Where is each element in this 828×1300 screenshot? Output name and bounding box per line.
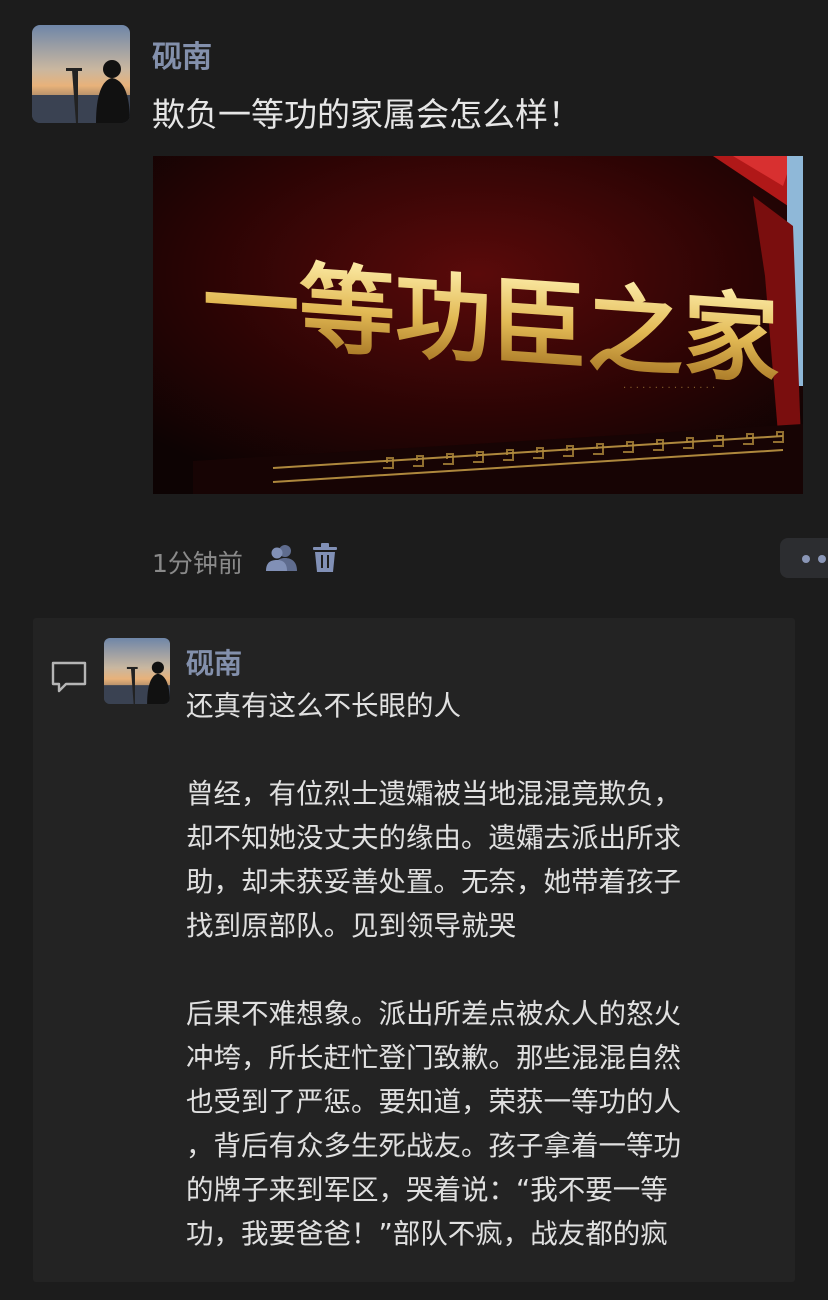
comment-icon: [51, 661, 87, 693]
comment-line: ，背后有众多生死战友。孩子拿着一等功: [186, 1130, 681, 1162]
comment-line: 冲垮，所长赶忙登门致歉。那些混混自然: [186, 1042, 681, 1074]
comment-line: 的牌子来到军区，哭着说：“我不要一等: [186, 1174, 668, 1206]
comment-line: 助，却未获妥善处置。无奈，她带着孩子: [186, 866, 681, 898]
delete-icon[interactable]: [312, 543, 338, 573]
comment-line: 找到原部队。见到领导就哭: [186, 910, 516, 942]
comment-line: 还真有这么不长眼的人: [186, 690, 461, 722]
comment-line: 功，我要爸爸！”部队不疯，战友都的疯: [186, 1218, 668, 1250]
more-button[interactable]: [780, 538, 828, 578]
comment-line: 却不知她没丈夫的缘由。遗孀去派出所求: [186, 822, 681, 854]
comment-line: [186, 728, 746, 772]
post-author-name[interactable]: 砚南: [152, 32, 212, 76]
comment-body: 还真有这么不长眼的人 曾经，有位烈士遗孀被当地混混竟欺负， 却不知她没丈夫的缘由…: [186, 684, 746, 1256]
more-icon: [802, 555, 810, 563]
commenter-avatar[interactable]: [104, 638, 170, 704]
avatar-image: [104, 638, 170, 704]
moment-post: 砚南 欺负一等功的家属会怎么样！ . . . . . . . . . . . .…: [0, 0, 828, 600]
author-avatar[interactable]: [32, 25, 130, 123]
comment-line: 后果不难想象。派出所差点被众人的怒火: [186, 998, 681, 1030]
comment-line: [186, 948, 746, 992]
comment-line: 也受到了严惩。要知道，荣获一等功的人: [186, 1086, 681, 1118]
comment-line: 曾经，有位烈士遗孀被当地混混竟欺负，: [186, 778, 681, 810]
post-text: 欺负一等功的家属会怎么样！: [152, 95, 581, 134]
post-timestamp: 1分钟前: [152, 549, 243, 578]
more-dot: [818, 555, 826, 563]
post-image[interactable]: . . . . . . . . . . . . . . . 一等功臣之家: [153, 156, 803, 494]
avatar-image: [32, 25, 130, 123]
comment-author-name[interactable]: 砚南: [186, 642, 242, 682]
friends-icon[interactable]: [265, 543, 299, 573]
